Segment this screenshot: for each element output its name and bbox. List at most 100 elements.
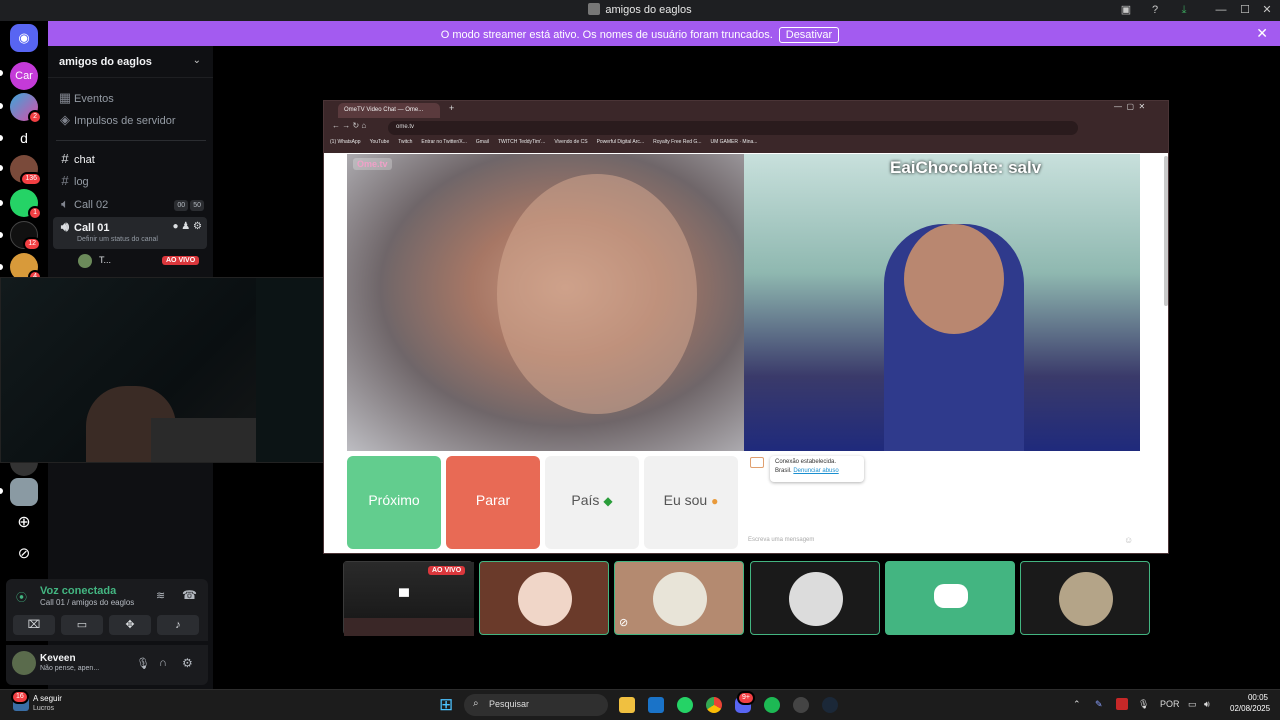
chevron-up-icon[interactable]: ⌃ xyxy=(1073,699,1081,710)
avatar[interactable] xyxy=(12,651,36,675)
channel-status-hint[interactable]: Definir um status do canal xyxy=(77,236,158,243)
pen-icon[interactable]: ✎ xyxy=(1095,699,1103,710)
close-banner-icon[interactable]: ✕ xyxy=(1256,25,1268,42)
voice-panel: ⦿ Voz conectada Call 01 / amigos do eagl… xyxy=(6,579,208,641)
server-car[interactable]: Car xyxy=(10,62,38,90)
bookmark[interactable]: TWITCH TeddyTim'... xyxy=(498,139,545,145)
address-bar[interactable]: ome.tv xyxy=(388,121,1078,135)
outlook-icon[interactable] xyxy=(648,697,664,713)
obs-icon[interactable] xyxy=(793,697,809,713)
sidebar-item-boosts[interactable]: ◈ Impulsos de servidor xyxy=(56,110,206,130)
scrollbar[interactable] xyxy=(1164,156,1168,306)
i-am-button[interactable]: Eu sou ● xyxy=(644,456,738,549)
volume-icon[interactable]: 🔊︎ xyxy=(1204,699,1210,710)
server-header[interactable]: amigos do eaglos ⌄ xyxy=(48,46,213,78)
noise-suppression-icon[interactable]: ≋ xyxy=(156,589,165,602)
chrome-icon[interactable] xyxy=(706,697,722,713)
bookmark[interactable]: Entrar no Twitter/X... xyxy=(421,139,466,145)
network-icon[interactable]: ▭ xyxy=(1188,699,1197,710)
spotify-icon[interactable] xyxy=(764,697,780,713)
user-status: Não pense, apen... xyxy=(40,665,100,672)
file-explorer-icon[interactable] xyxy=(619,697,635,713)
participant-tile[interactable] xyxy=(750,561,880,635)
bookmark[interactable]: Powerful Digital Arc... xyxy=(597,139,645,145)
participant-tile[interactable] xyxy=(1020,561,1150,635)
new-tab-icon[interactable]: + xyxy=(449,103,454,113)
minimize-button[interactable]: — xyxy=(1212,2,1230,18)
clock[interactable]: 00:05 02/08/2025 xyxy=(1230,693,1270,713)
server-6[interactable]: 12 xyxy=(10,221,41,251)
avatar xyxy=(518,572,572,626)
inbox-icon[interactable]: ▣ xyxy=(1117,2,1135,18)
voice-location[interactable]: Call 01 / amigos do eaglos xyxy=(40,598,134,607)
maximize-button[interactable]: ☐ xyxy=(1236,2,1254,18)
user-settings-icon[interactable]: ⚙ xyxy=(182,656,193,670)
close-window-button[interactable]: ✕ xyxy=(1258,2,1276,18)
screen-share-button[interactable]: ▭ xyxy=(61,615,103,635)
disable-streamer-button[interactable]: Desativar xyxy=(778,27,840,43)
server-4[interactable]: 136 xyxy=(10,155,42,186)
server-2[interactable]: 2 xyxy=(10,93,42,124)
hash-icon: # xyxy=(61,173,69,188)
next-button[interactable]: Próximo xyxy=(347,456,441,549)
face-shape xyxy=(904,224,1004,334)
bookmark[interactable]: YouTube xyxy=(370,139,390,145)
bookmark[interactable]: Royalty Free Red G... xyxy=(653,139,701,145)
participant-tile[interactable] xyxy=(885,561,1015,635)
windows-start-icon[interactable]: ⊞ xyxy=(439,696,456,713)
avatar xyxy=(789,572,843,626)
stream-tile-self[interactable]: ▀ AO VIVO xyxy=(343,561,474,636)
disconnect-icon[interactable]: ☎ xyxy=(182,588,197,602)
channel-call-02[interactable]: 🔈︎ Call 02 00 50 xyxy=(56,194,206,214)
bookmark[interactable]: Gmail xyxy=(476,139,489,145)
sidebar-item-events[interactable]: ▦ Eventos xyxy=(56,88,206,108)
tray-app-icon[interactable] xyxy=(1116,698,1128,710)
nav-arrows-icon[interactable]: ← → ↻ ⌂ xyxy=(332,121,366,130)
bookmark[interactable]: Vivendo de CS xyxy=(554,139,587,145)
bookmark[interactable]: UM GAMER · Mina... xyxy=(710,139,757,145)
window-controls[interactable]: — ▢ ✕ xyxy=(1114,102,1145,111)
channel-chat[interactable]: # chat xyxy=(56,149,206,169)
server-9[interactable] xyxy=(10,478,38,506)
microphone-icon[interactable]: 🎙︎ xyxy=(136,657,150,670)
gear-icon[interactable]: ⚙ xyxy=(193,221,202,232)
participant-tile[interactable] xyxy=(479,561,609,635)
chat-country: Brasil. xyxy=(775,468,792,474)
add-member-icon[interactable]: ♟ xyxy=(181,221,190,232)
weather-icon[interactable]: 16 xyxy=(11,690,29,711)
camera-off-button[interactable]: ⌧ xyxy=(13,615,55,635)
download-icon[interactable]: ⤓ xyxy=(1175,2,1193,18)
soundboard-button[interactable]: ♪ xyxy=(157,615,199,635)
country-button[interactable]: País ◆ xyxy=(545,456,639,549)
chat-bubble-icon[interactable]: ● xyxy=(172,221,178,232)
participant-tile[interactable]: ⊘ xyxy=(614,561,744,635)
signal-icon[interactable]: ⦿ xyxy=(16,589,27,605)
screen-share-icon: ▀ xyxy=(399,588,409,604)
server-5[interactable]: 1 xyxy=(10,189,42,220)
channel-call-01[interactable]: 🔊︎ Call 01 ● ♟ ⚙ xyxy=(56,217,206,237)
emoji-icon[interactable]: ☺ xyxy=(1124,535,1133,545)
bookmark[interactable]: (1) WhatsApp xyxy=(330,139,361,145)
discord-icon[interactable]: 9+ xyxy=(735,691,755,713)
channel-log[interactable]: # log xyxy=(56,171,206,191)
browser-tab[interactable]: OmeTV Video Chat — Ome... xyxy=(338,103,440,118)
help-icon[interactable]: ? xyxy=(1146,2,1164,18)
language-indicator[interactable]: POR xyxy=(1160,699,1180,709)
discord-home-icon[interactable]: ◉ xyxy=(10,24,38,52)
steam-icon[interactable] xyxy=(822,697,838,713)
tv-icon xyxy=(750,457,764,468)
add-server-icon[interactable]: ⊕ xyxy=(10,510,38,538)
activity-button[interactable]: ✥ xyxy=(109,615,151,635)
stop-button[interactable]: Parar xyxy=(446,456,540,549)
report-abuse-link[interactable]: Denunciar abuso xyxy=(793,468,838,474)
chat-input[interactable]: Escreva uma mensagem xyxy=(748,537,814,543)
discover-icon[interactable]: ⊘ xyxy=(10,541,38,569)
bookmark[interactable]: Twitch xyxy=(398,139,412,145)
whatsapp-icon[interactable] xyxy=(677,697,693,713)
headphones-icon[interactable]: ∩ xyxy=(159,657,167,669)
voice-user-name[interactable]: T... xyxy=(99,255,111,265)
server-d[interactable]: d xyxy=(10,124,38,152)
weather-title[interactable]: A seguir xyxy=(33,694,62,703)
microphone-icon[interactable]: 🎙︎ xyxy=(1138,699,1149,710)
search-box[interactable]: ⌕ Pesquisar xyxy=(464,694,608,716)
